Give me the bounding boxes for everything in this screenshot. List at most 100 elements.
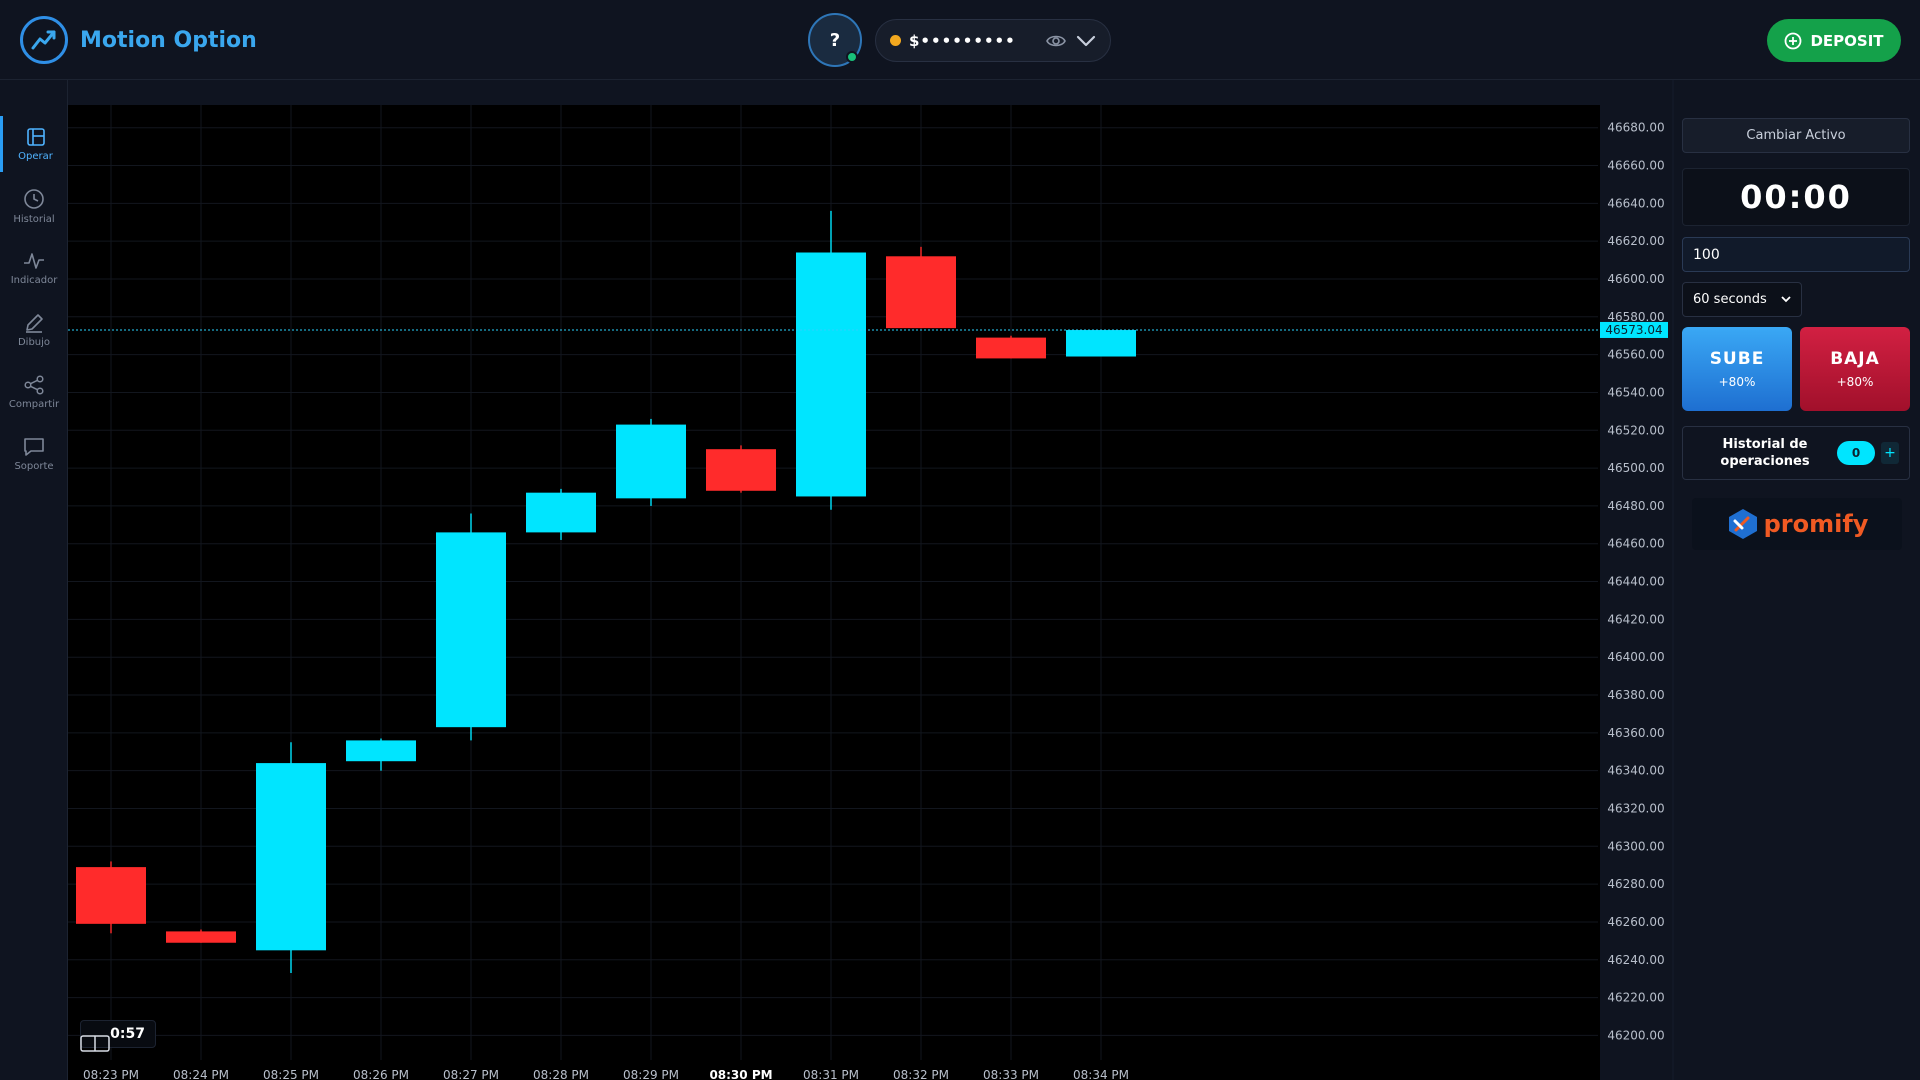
trade-panel: Cambiar Activo 00:00 60 seconds SUBE +80…	[1674, 80, 1920, 1080]
balance-value: $•••••••••	[909, 31, 1016, 50]
clock-icon	[24, 188, 44, 209]
promify-banner[interactable]: promify	[1692, 498, 1902, 550]
sidebar-item-label: Indicador	[10, 274, 58, 286]
candle-body	[256, 763, 326, 951]
y-tick-label: 46320.00	[1607, 801, 1664, 815]
candle-body	[436, 532, 506, 728]
candlestick-chart[interactable]: 46680.00 46660.00 46640.00 46620.00 46600.00…	[68, 105, 1672, 1080]
y-tick-label: 46280.00	[1607, 877, 1664, 891]
pulse-icon	[24, 252, 44, 269]
candle-body	[526, 492, 596, 533]
candle-body	[616, 424, 686, 499]
duration-select[interactable]: 60 seconds	[1682, 282, 1802, 317]
x-tick-label: 08:27 PM	[443, 1068, 499, 1080]
chevron-down-icon	[1781, 296, 1791, 303]
share-icon	[24, 374, 44, 395]
trade-history-button[interactable]: Historial de operaciones 0 +	[1682, 426, 1910, 480]
balance-selector[interactable]: $•••••••••	[875, 19, 1111, 62]
x-tick-label: 08:31 PM	[803, 1068, 859, 1080]
sidebar-item-historial[interactable]: Historial	[0, 178, 68, 234]
countdown-timer: 00:00	[1682, 168, 1910, 226]
price-chart[interactable]: 46680.00 46660.00 46640.00 46620.00 46600.00…	[68, 105, 1668, 1080]
y-tick-label: 46460.00	[1607, 537, 1664, 551]
deposit-button[interactable]: DEPOSIT	[1767, 19, 1901, 62]
y-tick-label: 46560.00	[1607, 348, 1664, 362]
sube-button[interactable]: SUBE +80%	[1682, 327, 1792, 411]
change-asset-button[interactable]: Cambiar Activo	[1682, 118, 1910, 153]
candle-body	[706, 449, 776, 491]
y-tick-label: 46300.00	[1607, 839, 1664, 853]
y-tick-label: 46480.00	[1607, 499, 1664, 513]
sidebar-item-label: Historial	[13, 213, 55, 225]
x-tick-label: 08:26 PM	[353, 1068, 409, 1080]
y-tick-label: 46240.00	[1607, 953, 1664, 967]
y-tick-label: 46200.00	[1607, 1028, 1664, 1042]
y-tick-label: 46520.00	[1607, 423, 1664, 437]
candle-body	[796, 252, 866, 497]
amount-input[interactable]	[1682, 237, 1910, 272]
x-tick-label: 08:23 PM	[83, 1068, 139, 1080]
y-tick-label: 46580.00	[1607, 310, 1664, 324]
x-tick-label: 08:28 PM	[533, 1068, 589, 1080]
sidebar-item-dibujo[interactable]: Dibujo	[0, 302, 68, 358]
account-status-dot	[890, 35, 901, 46]
x-tick-label: 08:24 PM	[173, 1068, 229, 1080]
sube-payout: +80%	[1718, 375, 1756, 389]
sidebar-item-compartir[interactable]: Compartir	[0, 364, 68, 420]
history-count-badge: 0	[1837, 441, 1875, 465]
sube-label: SUBE	[1709, 349, 1765, 369]
candle-body	[166, 931, 236, 943]
top-bar: Motion Option ? $••••••••• DEPOSIT	[0, 0, 1920, 80]
promify-text: promify	[1764, 510, 1869, 538]
baja-payout: +80%	[1836, 375, 1874, 389]
history-label: Historial de operaciones	[1720, 437, 1810, 469]
history-expand-button[interactable]: +	[1881, 442, 1899, 464]
x-tick-label: 08:29 PM	[623, 1068, 679, 1080]
chat-icon	[24, 437, 44, 456]
candle-body	[976, 337, 1046, 359]
y-tick-label: 46400.00	[1607, 650, 1664, 664]
x-tick-label: 08:30 PM	[709, 1068, 772, 1080]
y-tick-label: 46340.00	[1607, 764, 1664, 778]
chevron-down-icon[interactable]	[1076, 35, 1096, 47]
y-tick-label: 46600.00	[1607, 272, 1664, 286]
deposit-label: DEPOSIT	[1810, 31, 1884, 50]
hourglass-icon	[80, 1035, 110, 1052]
y-tick-label: 46540.00	[1607, 385, 1664, 399]
brand-logo[interactable]: Motion Option	[20, 16, 257, 64]
x-tick-label: 08:33 PM	[983, 1068, 1039, 1080]
sidebar-item-label: Dibujo	[17, 336, 51, 348]
plus-circle-icon	[1785, 32, 1802, 49]
chart-trend-icon	[20, 16, 68, 64]
y-tick-label: 46260.00	[1607, 915, 1664, 929]
candle-body	[76, 867, 146, 924]
candle-body	[346, 740, 416, 762]
brand-name: Motion Option	[80, 27, 257, 53]
sidebar-item-soporte[interactable]: Soporte	[0, 426, 68, 482]
y-tick-label: 46420.00	[1607, 612, 1664, 626]
x-tick-label: 08:34 PM	[1073, 1068, 1129, 1080]
verified-badge-icon	[846, 51, 858, 63]
x-tick-label: 08:25 PM	[263, 1068, 319, 1080]
candle-body	[886, 256, 956, 329]
duration-value: 60 seconds	[1693, 292, 1767, 307]
y-tick-label: 46680.00	[1607, 121, 1664, 135]
left-sidebar: Operar Historial Indicador Dibujo Compar…	[0, 80, 68, 1080]
y-tick-label: 46500.00	[1607, 461, 1664, 475]
help-button[interactable]: ?	[808, 13, 862, 67]
baja-button[interactable]: BAJA +80%	[1800, 327, 1910, 411]
sidebar-item-label: Soporte	[14, 460, 54, 472]
help-label: ?	[829, 29, 841, 51]
candle-body	[1066, 330, 1136, 357]
sidebar-item-label: Compartir	[8, 398, 60, 410]
pencil-icon	[26, 313, 43, 333]
eye-icon[interactable]	[1046, 34, 1066, 48]
baja-label: BAJA	[1830, 349, 1880, 369]
y-tick-label: 46360.00	[1607, 726, 1664, 740]
sidebar-item-operar[interactable]: Operar	[0, 116, 68, 172]
y-tick-label: 46220.00	[1607, 991, 1664, 1005]
y-tick-label: 46380.00	[1607, 688, 1664, 702]
sidebar-item-indicador[interactable]: Indicador	[0, 240, 68, 296]
y-tick-label: 46640.00	[1607, 196, 1664, 210]
x-tick-label: 08:32 PM	[893, 1068, 949, 1080]
